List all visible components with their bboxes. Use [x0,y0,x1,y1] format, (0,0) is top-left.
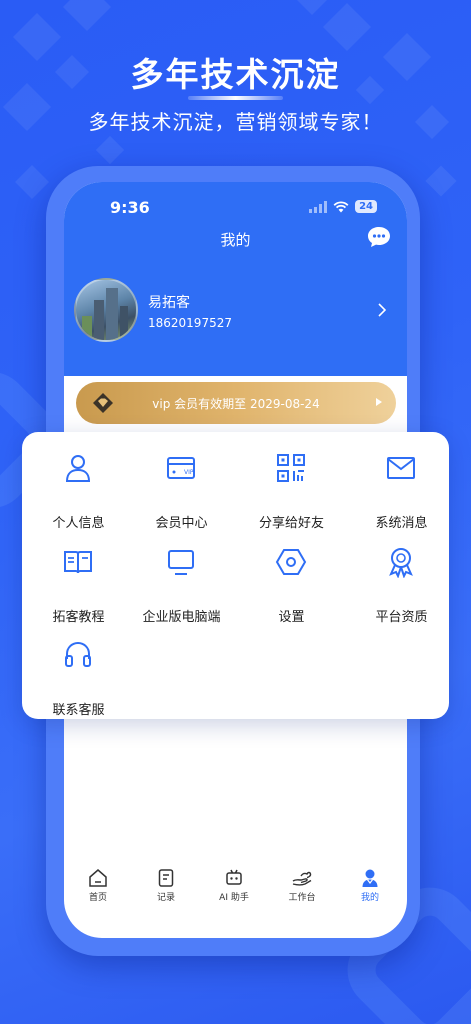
profile-name: 易拓客 [148,295,190,311]
headset-icon [65,641,91,667]
menu-item-system-messages[interactable]: 系统消息 [348,452,455,532]
hexagon-settings-icon [275,549,307,575]
vip-expiry-text: vip 会员有效期至 2029-08-24 [152,397,320,411]
profile-row[interactable]: 易拓客 18620197527 [74,278,397,344]
card-icon: VIP [167,457,195,479]
chat-bubble-icon[interactable] [367,226,391,248]
hero-title: 多年技术沉淀 [130,55,341,94]
menu-item-label: 设置 [278,610,305,625]
tab-mine[interactable]: 我的 [336,868,404,903]
battery-indicator: 24 [355,200,377,213]
tab-records[interactable]: 记录 [132,868,200,903]
menu-item-tutorial[interactable]: 拓客教程 [25,546,132,626]
profile-header: 9:36 24 我的 易拓客 18620197527 [64,182,407,376]
bottom-tab-bar: 首页 记录 AI 助手 工作台 我的 [64,868,407,908]
menu-item-label: 联系客服 [52,703,105,718]
mail-icon [387,457,415,479]
menu-item-qualification[interactable]: 平台资质 [348,546,455,626]
signal-icon [309,200,328,213]
robot-icon [226,869,242,885]
award-icon [389,548,413,578]
tab-label: AI 助手 [219,893,249,903]
hand-icon [292,871,312,886]
menu-item-customer-service[interactable]: 联系客服 [25,639,132,719]
menu-item-label: 会员中心 [155,516,208,531]
menu-item-enterprise-desktop[interactable]: 企业版电脑端 [128,546,235,626]
monitor-icon [168,550,194,575]
qrcode-icon [277,454,305,482]
menu-item-label: 平台资质 [375,610,428,625]
status-time: 9:36 [110,198,150,217]
status-bar: 9:36 24 [64,198,407,220]
avatar[interactable] [74,278,138,342]
person-icon [362,869,378,887]
menu-item-label: 企业版电脑端 [142,610,221,625]
tab-label: 记录 [156,893,175,903]
menu-item-personal-info[interactable]: 个人信息 [25,452,132,532]
home-icon [89,869,107,887]
menu-item-share[interactable]: 分享给好友 [238,452,345,532]
menu-item-label: 个人信息 [52,516,105,531]
menu-item-settings[interactable]: 设置 [238,546,345,626]
tab-label: 首页 [88,893,107,903]
vip-banner[interactable]: vip 会员有效期至 2029-08-24 [76,382,396,424]
svg-text:VIP: VIP [184,469,194,476]
chevron-right-icon [378,303,387,317]
status-icons: 24 [309,200,377,213]
tab-workbench[interactable]: 工作台 [268,868,336,903]
tab-label: 工作台 [288,893,316,903]
hero-underline [188,96,283,100]
hero-subtitle: 多年技术沉淀，营销领域专家！ [88,110,383,134]
book-icon [64,551,92,574]
document-icon [158,869,174,887]
menu-item-label: 拓客教程 [52,610,105,625]
user-icon [65,455,91,482]
menu-item-member-center[interactable]: VIP 会员中心 [128,452,235,532]
tab-ai-assistant[interactable]: AI 助手 [200,868,268,903]
tab-label: 我的 [360,893,379,903]
menu-grid-card: 个人信息 VIP 会员中心 分享给好友 系统消息 拓客教程 企业版电脑端 设置 … [22,432,449,719]
profile-phone: 18620197527 [148,316,232,330]
tab-home[interactable]: 首页 [64,868,132,903]
menu-item-label: 系统消息 [375,516,428,531]
play-arrow-icon [376,398,382,406]
wifi-icon [333,200,349,212]
page-title: 我的 [220,231,251,249]
menu-item-label: 分享给好友 [258,516,324,531]
